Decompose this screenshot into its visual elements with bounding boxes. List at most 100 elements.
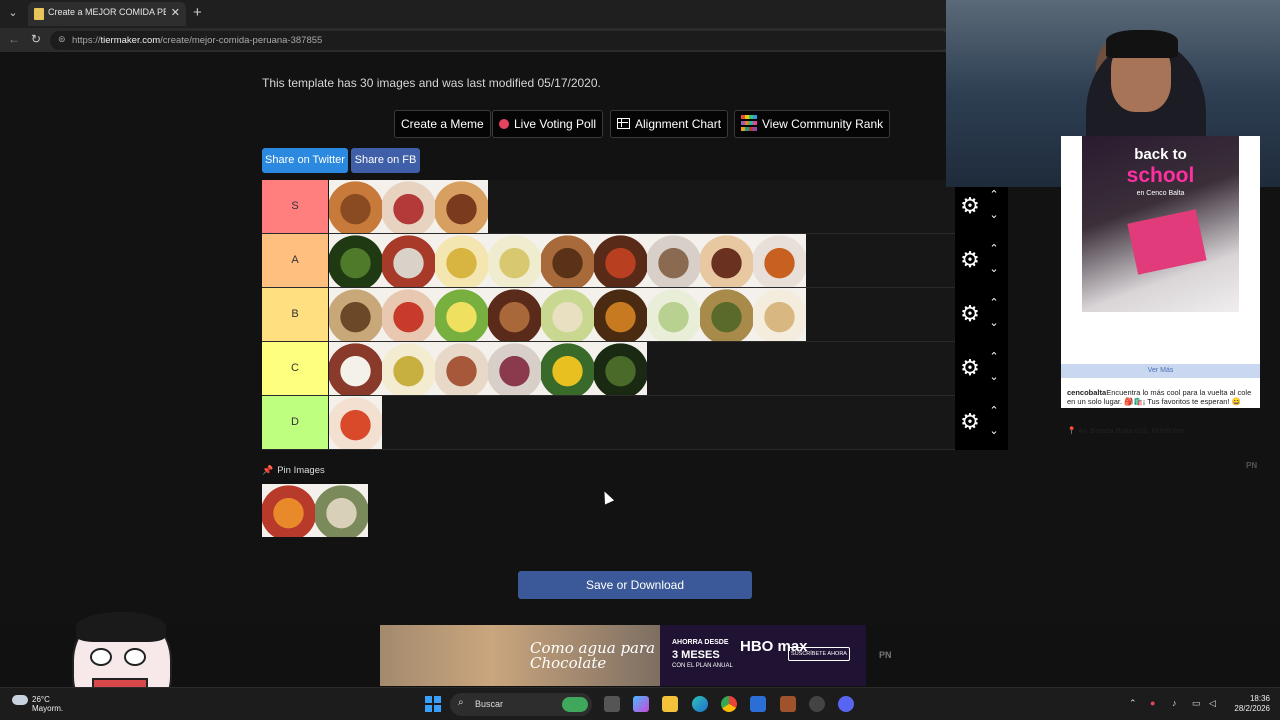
food-image[interactable] [329, 342, 382, 395]
tab-title: Create a MEJOR COMIDA PERUANA [48, 7, 166, 17]
food-image[interactable] [329, 288, 382, 341]
tier-label[interactable]: B [262, 288, 328, 341]
chrome-icon[interactable] [721, 696, 737, 712]
gear-icon[interactable]: ⚙ [959, 303, 981, 325]
url-field[interactable]: ⊜ https://tiermaker.com/create/mejor-com… [50, 31, 950, 50]
pin-images-toggle[interactable]: 📌 Pin Images [262, 465, 325, 476]
food-image[interactable] [753, 288, 806, 341]
food-image[interactable] [488, 288, 541, 341]
food-image[interactable] [594, 234, 647, 287]
food-image[interactable] [382, 342, 435, 395]
chevron-up-icon[interactable]: ⌃ [988, 350, 1000, 363]
food-image[interactable] [488, 234, 541, 287]
food-image[interactable] [382, 180, 435, 233]
food-image[interactable] [700, 288, 753, 341]
site-info-icon[interactable]: ⊜ [58, 34, 66, 45]
food-image[interactable] [594, 342, 647, 395]
app-icon[interactable] [780, 696, 796, 712]
new-tab-button[interactable]: + [193, 4, 202, 21]
volume-icon[interactable]: ◁ [1209, 698, 1216, 709]
chevron-up-icon[interactable]: ⌃ [988, 188, 1000, 201]
back-arrow-icon[interactable]: ← [8, 32, 20, 46]
subscribe-button[interactable]: SUSCRÍBETE AHORA [788, 647, 850, 661]
food-image[interactable] [700, 234, 753, 287]
food-image[interactable] [647, 234, 700, 287]
streamer-hair [1106, 30, 1178, 58]
discord-icon[interactable] [838, 696, 854, 712]
chevron-up-icon[interactable]: ⌃ [988, 242, 1000, 255]
tier-label[interactable]: A [262, 234, 328, 287]
food-image[interactable] [329, 180, 382, 233]
tier-label[interactable]: C [262, 342, 328, 395]
gear-icon[interactable]: ⚙ [959, 249, 981, 271]
tier-label[interactable]: D [262, 396, 328, 449]
food-image[interactable] [435, 342, 488, 395]
edge-icon[interactable] [692, 696, 708, 712]
tray-app-icon[interactable]: ● [1150, 698, 1155, 708]
chevron-up-icon[interactable]: ⌃ [988, 296, 1000, 309]
store-icon[interactable] [750, 696, 766, 712]
food-image[interactable] [541, 342, 594, 395]
banner-offer-3: CON EL PLAN ANUAL [672, 663, 733, 669]
taskbar-search-text: Buscar [475, 699, 504, 709]
tier-label[interactable]: S [262, 180, 328, 233]
pinned-food-image[interactable] [315, 484, 368, 537]
windows-start-icon[interactable] [425, 696, 441, 712]
tab-list-dropdown-icon[interactable]: ⌄ [4, 4, 22, 22]
tray-chevron-icon[interactable]: ⌃ [1129, 698, 1137, 709]
tier-row: S ⚙ ⌃ ⌄ [262, 180, 1008, 234]
chevron-down-icon[interactable]: ⌄ [988, 208, 1000, 221]
weather-widget[interactable]: 26°C Mayorm. [12, 695, 63, 713]
food-image[interactable] [541, 288, 594, 341]
gear-icon[interactable]: ⚙ [959, 411, 981, 433]
pinned-images [262, 484, 368, 537]
alignment-chart-button[interactable]: Alignment Chart [610, 110, 729, 138]
chevron-down-icon[interactable]: ⌄ [988, 424, 1000, 437]
food-image[interactable] [753, 234, 806, 287]
sidebar-ad[interactable]: back to school en Cenco Balta Ver Más ce… [1061, 136, 1260, 435]
food-image[interactable] [382, 288, 435, 341]
browser-tab[interactable]: Create a MEJOR COMIDA PERUANA ✕ [28, 2, 186, 26]
ad-description: cencobaltaEncuentra lo más cool para la … [1067, 388, 1252, 406]
food-image[interactable] [435, 180, 488, 233]
save-or-download-button[interactable]: Save or Download [518, 571, 752, 599]
close-tab-icon[interactable]: ✕ [171, 6, 180, 19]
food-image[interactable] [594, 288, 647, 341]
chevron-up-icon[interactable]: ⌃ [988, 404, 1000, 417]
taskbar-clock[interactable]: 18:36 28/2/2026 [1226, 694, 1270, 714]
gear-icon[interactable]: ⚙ [959, 195, 981, 217]
food-image[interactable] [541, 234, 594, 287]
food-image[interactable] [435, 288, 488, 341]
food-image[interactable] [435, 234, 488, 287]
food-image[interactable] [647, 288, 700, 341]
task-view-icon[interactable] [604, 696, 620, 712]
food-image[interactable] [382, 234, 435, 287]
food-image[interactable] [329, 234, 382, 287]
view-community-rank-button[interactable]: View Community Rank [734, 110, 891, 138]
file-explorer-icon[interactable] [662, 696, 678, 712]
obs-icon[interactable] [809, 696, 825, 712]
gear-icon[interactable]: ⚙ [959, 357, 981, 379]
create-meme-button[interactable]: Create a Meme [394, 110, 491, 138]
tier-row: C ⚙ ⌃ ⌄ [262, 342, 1008, 396]
network-icon[interactable]: ▭ [1192, 698, 1201, 709]
food-image[interactable] [329, 396, 382, 449]
ad-more-link[interactable]: Ver Más [1061, 364, 1260, 378]
copilot-icon[interactable] [633, 696, 649, 712]
chevron-down-icon[interactable]: ⌄ [988, 262, 1000, 275]
live-voting-poll-button[interactable]: Live Voting Poll [492, 110, 604, 138]
live-dot-icon [499, 119, 509, 129]
food-image[interactable] [488, 342, 541, 395]
chevron-down-icon[interactable]: ⌄ [988, 316, 1000, 329]
taskbar-search[interactable]: ⌕ Buscar [450, 693, 592, 716]
ad-image[interactable]: back to school en Cenco Balta [1082, 136, 1239, 312]
hbo-banner-ad[interactable]: Como agua para Chocolate AHORRA DESDE 3 … [380, 625, 866, 686]
ad-headline-1: back to [1134, 146, 1187, 163]
chevron-down-icon[interactable]: ⌄ [988, 370, 1000, 383]
share-fb-button[interactable]: Share on FB [351, 148, 420, 173]
share-twitter-button[interactable]: Share on Twitter [262, 148, 348, 173]
microphone-icon[interactable]: ♪ [1172, 698, 1177, 708]
reload-icon[interactable]: ↻ [31, 32, 41, 46]
search-icon: ⌕ [458, 697, 464, 708]
pinned-food-image[interactable] [262, 484, 315, 537]
